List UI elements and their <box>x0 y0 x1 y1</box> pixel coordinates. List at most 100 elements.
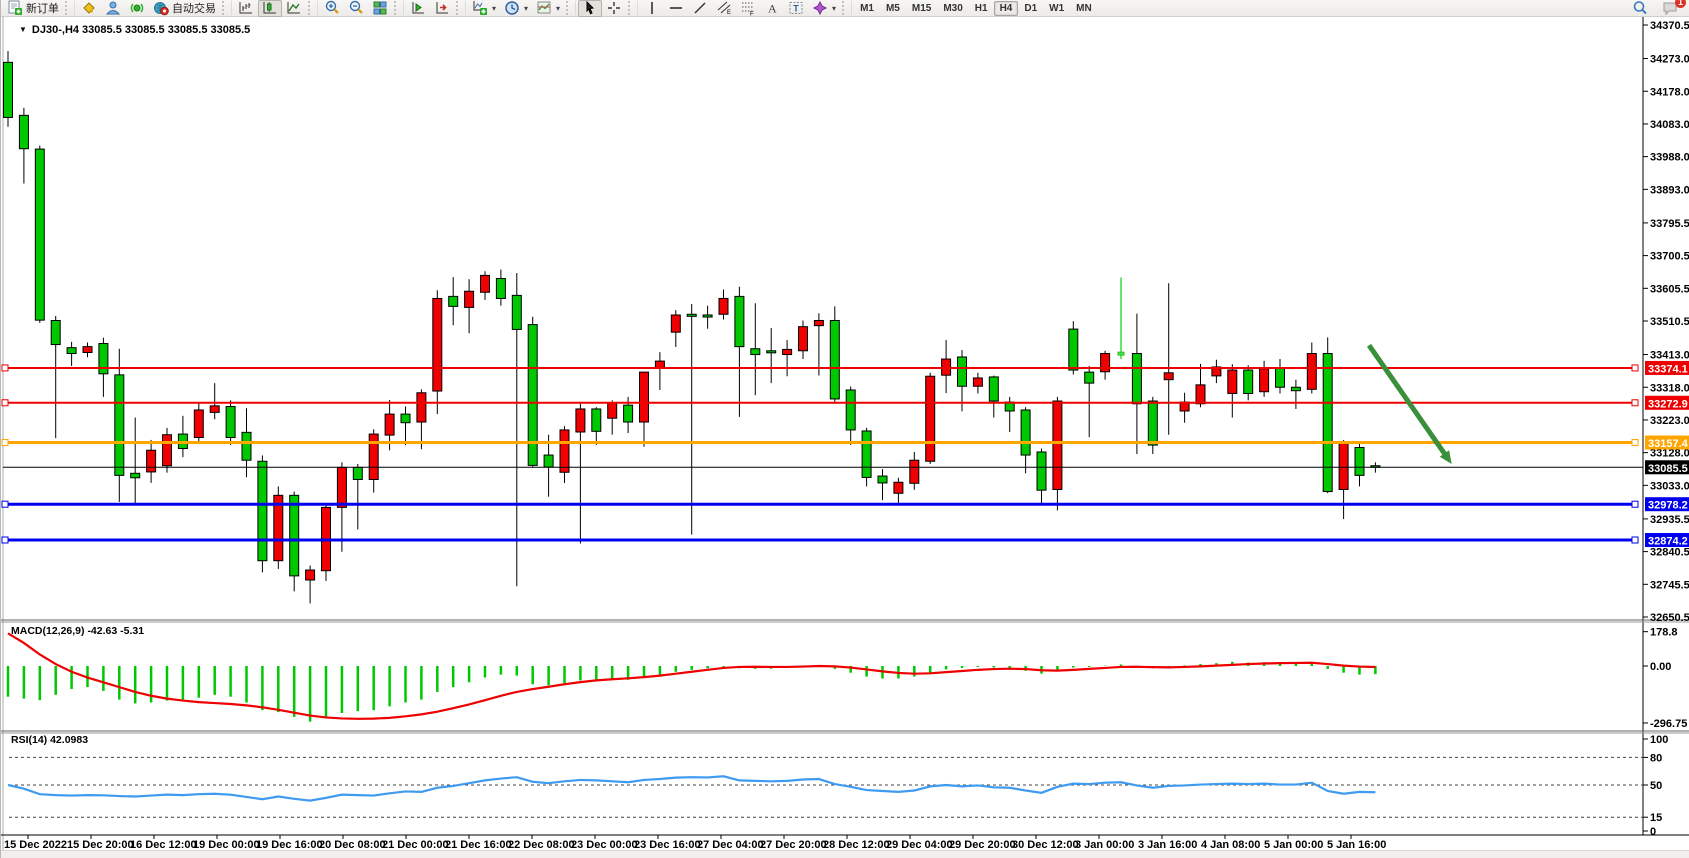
profiles-button[interactable] <box>101 0 125 17</box>
candle-body <box>512 295 521 329</box>
line-handle[interactable] <box>2 440 8 446</box>
line-handle[interactable] <box>1632 537 1638 543</box>
chart-shift-button[interactable] <box>430 0 454 17</box>
price-tick-label: 33893.0 <box>1650 184 1689 196</box>
macd-tick-label: 0.00 <box>1650 661 1671 673</box>
price-level-label: 33272.9 <box>1648 398 1688 410</box>
zoom-out-button[interactable] <box>344 0 368 17</box>
candle-body <box>1196 385 1205 404</box>
trendline-tool-button[interactable] <box>688 0 712 17</box>
dropdown-caret-icon[interactable]: ▾ <box>524 4 528 13</box>
dropdown-caret-icon[interactable]: ▾ <box>556 4 560 13</box>
vertical-line-tool-button[interactable] <box>640 0 664 17</box>
toolbar-separator <box>842 1 852 15</box>
text-tool-button[interactable]: A <box>760 0 784 17</box>
new-order-icon <box>7 0 23 16</box>
signals-button[interactable] <box>125 0 149 17</box>
styles-button[interactable] <box>77 0 101 17</box>
timeframe-d1-button[interactable]: D1 <box>1018 1 1043 16</box>
candle-body <box>528 325 537 466</box>
candle-body <box>608 403 617 418</box>
price-tick-label: 32840.5 <box>1650 547 1689 559</box>
cursor-tool-button[interactable] <box>578 0 602 17</box>
line-chart-mode-button[interactable] <box>282 0 306 17</box>
candle-body <box>544 455 553 467</box>
timeframe-w1-button[interactable]: W1 <box>1043 1 1070 16</box>
line-handle[interactable] <box>1632 365 1638 371</box>
indicators-button[interactable]: ▾ <box>468 0 500 17</box>
price-tick-label: 32935.5 <box>1650 514 1689 526</box>
line-handle[interactable] <box>2 537 8 543</box>
candle-body <box>353 467 362 479</box>
new-order-label: 新订单 <box>26 0 59 16</box>
autotrading-button[interactable]: 自动交易 <box>149 0 220 17</box>
chart-canvas[interactable]: 34370.534273.034178.034083.033988.033893… <box>1 17 1689 858</box>
candle-body <box>1118 352 1124 355</box>
hline-icon <box>668 0 684 16</box>
dropdown-caret-icon[interactable]: ▾ <box>492 4 496 13</box>
zoom-in-icon <box>324 0 340 16</box>
chat-button[interactable]: 1 <box>1658 0 1682 17</box>
line-handle[interactable] <box>2 501 8 507</box>
candle-body <box>258 461 267 560</box>
candle-body <box>83 347 92 353</box>
timeframe-m15-button[interactable]: M15 <box>906 1 937 16</box>
candle-body <box>1355 447 1364 475</box>
chat-badge: 1 <box>1675 0 1686 8</box>
candle-body <box>830 320 839 398</box>
timeframe-h1-button[interactable]: H1 <box>969 1 994 16</box>
timeframe-m30-button[interactable]: M30 <box>937 1 968 16</box>
channel-tool-button[interactable]: E <box>712 0 736 17</box>
candle-body <box>242 432 251 460</box>
timeframe-m1-button[interactable]: M1 <box>854 1 880 16</box>
line-handle[interactable] <box>2 365 8 371</box>
rsi-tick-label: 80 <box>1650 752 1662 764</box>
timeframe-mn-button[interactable]: MN <box>1070 1 1098 16</box>
price-tick-label: 33700.5 <box>1650 251 1689 263</box>
candle-body <box>894 482 903 493</box>
dropdown-caret-icon[interactable]: ▾ <box>832 4 836 13</box>
crosshair-tool-button[interactable] <box>602 0 626 17</box>
price-tick-label: 33795.5 <box>1650 218 1689 230</box>
new-order-button[interactable]: 新订单 <box>3 0 63 17</box>
fibonacci-tool-button[interactable]: F <box>736 0 760 17</box>
line-handle[interactable] <box>1632 400 1638 406</box>
chart-title: ▼DJ30-,H4 33085.5 33085.5 33085.5 33085.… <box>19 24 250 36</box>
candle-body <box>1164 373 1173 380</box>
zoom-in-button[interactable] <box>320 0 344 17</box>
tile-windows-button[interactable] <box>368 0 392 17</box>
line-handle[interactable] <box>1632 501 1638 507</box>
horizontal-line-tool-button[interactable] <box>664 0 688 17</box>
candle-body <box>624 405 633 422</box>
candle-body <box>910 460 919 483</box>
candle-body <box>576 409 585 432</box>
autotrading-label: 自动交易 <box>172 0 216 16</box>
periods-button[interactable]: ▾ <box>500 0 532 17</box>
toolbar-separator <box>308 1 318 15</box>
timeframe-m5-button[interactable]: M5 <box>880 1 906 16</box>
timeframe-h4-button[interactable]: H4 <box>994 1 1019 16</box>
candle-body <box>767 351 776 353</box>
line-handle[interactable] <box>2 400 8 406</box>
rsi-indicator-label: RSI(14) 42.0983 <box>11 734 88 746</box>
search-button[interactable] <box>1628 0 1652 17</box>
price-tick-label: 33988.0 <box>1650 152 1689 164</box>
macd-tick-label: 178.8 <box>1650 627 1678 639</box>
rsi-tick-label: 100 <box>1650 734 1668 746</box>
chart-template-icon <box>536 0 552 16</box>
bar-chart-mode-button[interactable] <box>234 0 258 17</box>
auto-scroll-button[interactable] <box>406 0 430 17</box>
candle-body <box>1037 452 1046 490</box>
rsi-tick-label: 50 <box>1650 780 1662 792</box>
label-tool-button[interactable]: T <box>784 0 808 17</box>
templates-button[interactable]: ▾ <box>532 0 564 17</box>
candle-chart-mode-button[interactable] <box>258 0 282 17</box>
line-handle[interactable] <box>1632 440 1638 446</box>
vline-icon <box>644 0 660 16</box>
toolbar-separator <box>566 1 576 15</box>
candle-body <box>640 372 649 422</box>
candle-body <box>592 409 601 431</box>
shapes-tool-button[interactable]: ▾ <box>808 0 840 17</box>
collapse-triangle-icon[interactable]: ▼ <box>19 25 27 34</box>
candle-body <box>481 275 490 292</box>
